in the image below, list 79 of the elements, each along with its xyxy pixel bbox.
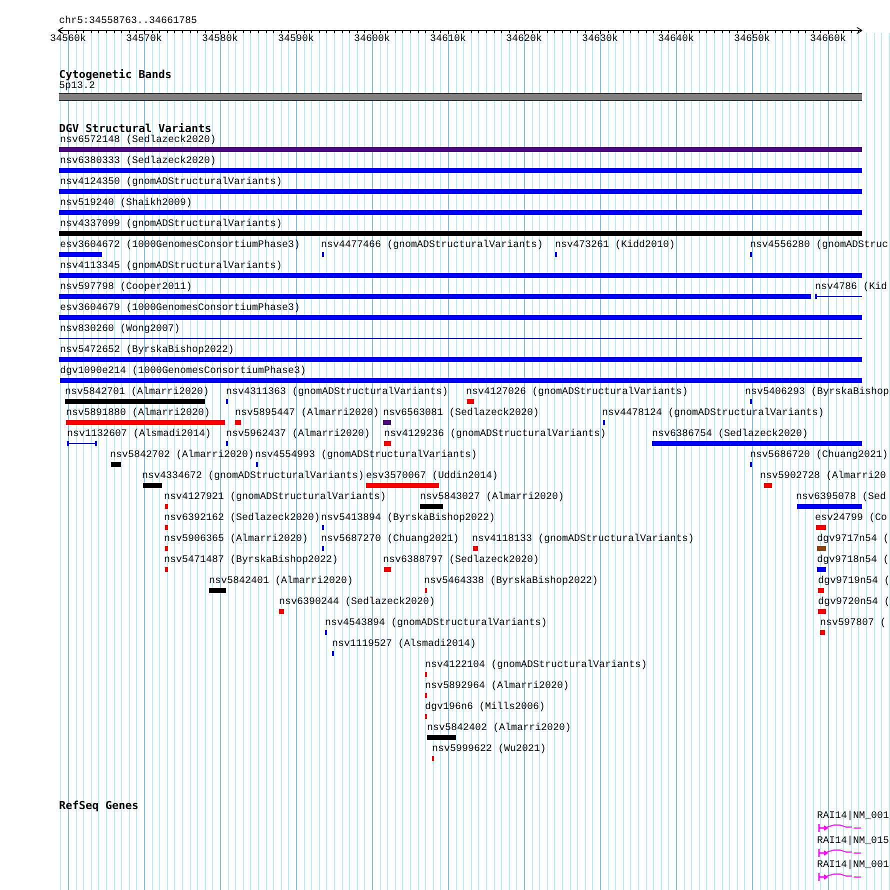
variant-label: dgv9718n54 ( [817, 556, 890, 566]
tick-label: 34600k [354, 35, 390, 45]
variant-label: dgv9720n54 ( [818, 598, 890, 608]
variant-label: nsv5892964 (Almarri2020) [425, 682, 570, 692]
track-title: Cytogenetic Bands [59, 69, 172, 80]
variant-label: nsv473261 (Kidd2010) [555, 241, 676, 251]
tick-label: 34590k [278, 35, 314, 45]
variant-label: nsv5406293 (ByrskaBishop [745, 388, 890, 398]
variant-label: nsv5999622 (Wu2021) [432, 745, 546, 755]
tick-label: 34620k [506, 35, 542, 45]
variant-label: nsv597798 (Cooper2011) [60, 283, 192, 293]
tick-label: 34560k [50, 35, 86, 45]
gene-label: RAI14|NM_015 [817, 836, 890, 846]
variant-label: nsv597807 ( [820, 619, 886, 629]
variant-label: nsv5686720 (Chuang2021) [750, 451, 888, 461]
variant-label: nsv4477466 (gnomADStructuralVariants) [321, 241, 544, 251]
variant-label: nsv5906365 (Almarri2020) [164, 535, 308, 545]
variant-label: nsv5842702 (Almarri2020) [110, 451, 254, 461]
variant-label: esv3604672 (1000GenomesConsortiumPhase3) [60, 241, 300, 251]
variant-label: nsv6380333 (Sedlazeck2020) [60, 157, 216, 167]
variant-label: nsv4113345 (gnomADStructuralVariants) [60, 262, 282, 272]
variant-label: nsv4334672 (gnomADStructuralVariants) [142, 472, 364, 482]
variant-label: esv3570067 (Uddin2014) [366, 472, 498, 482]
variant-label: nsv6563081 (Sedlazeck2020) [383, 409, 540, 419]
track-title: RefSeq Genes [59, 800, 138, 811]
variant-label: nsv830260 (Wong2007) [60, 325, 180, 335]
variant-label: nsv5962437 (Almarri2020) [226, 430, 370, 440]
locus-label: chr5:34558763..34661785 [59, 17, 198, 27]
variant-label: nsv5687270 (Chuang2021) [321, 535, 460, 545]
variant-label: nsv4127026 (gnomADStructuralVariants) [466, 388, 688, 398]
variant-label: nsv5902728 (Almarri20 [760, 472, 886, 482]
variant-label: nsv4554993 (gnomADStructuralVariants) [255, 451, 478, 461]
tick-label: 34650k [734, 35, 770, 45]
variant-label: nsv6572148 (Sedlazeck2020) [60, 136, 216, 146]
tick-label: 34610k [430, 35, 466, 45]
variant-label: esv24799 (Co [815, 514, 888, 524]
variant-label: dgv1090e214 (1000GenomesConsortiumPhase3) [60, 367, 306, 377]
variant-label: nsv5842401 (Almarri2020) [209, 577, 354, 587]
variant-label: nsv5895447 (Almarri2020) [235, 409, 380, 419]
band-label: 5p13.2 [59, 82, 96, 92]
variant-label: nsv5464338 (ByrskaBishop2022) [424, 577, 598, 587]
tick-label: 34630k [582, 35, 618, 45]
tick-label: 34570k [126, 35, 162, 45]
variant-label: dgv9717n54 ( [817, 535, 890, 545]
variant-label: nsv5472652 (ByrskaBishop2022) [60, 346, 234, 356]
variant-label: nsv4122104 (gnomADStructuralVariants) [425, 661, 648, 671]
variant-label: nsv4556280 (gnomADStruc [750, 241, 888, 251]
variant-label: nsv6390244 (Sedlazeck2020) [279, 598, 436, 608]
variant-label: nsv6388797 (Sedlazeck2020) [383, 556, 540, 566]
variant-label: nsv6392162 (Sedlazeck2020) [164, 514, 320, 524]
variant-label: nsv4124350 (gnomADStructuralVariants) [60, 178, 282, 188]
variant-label: nsv4478124 (gnomADStructuralVariants) [602, 409, 824, 419]
gene-label: RAI14|NM_001 [817, 861, 890, 871]
tick-label: 34640k [658, 35, 694, 45]
variant-label: dgv9719n54 ( [818, 577, 890, 587]
variant-label: nsv4337099 (gnomADStructuralVariants) [60, 220, 282, 230]
variant-label: nsv4311363 (gnomADStructuralVariants) [226, 388, 448, 398]
variant-label: nsv519240 (Shaikh2009) [60, 199, 192, 209]
variant-label: dgv196n6 (Mills2006) [425, 703, 546, 713]
tick-label: 34660k [810, 35, 846, 45]
tick-label: 34580k [202, 35, 238, 45]
variant-label: nsv4129236 (gnomADStructuralVariants) [384, 430, 606, 440]
variant-label: nsv1119527 (Alsmadi2014) [332, 640, 476, 650]
variant-label: nsv4543894 (gnomADStructuralVariants) [325, 619, 548, 629]
variant-label: nsv5842701 (Almarri2020) [65, 388, 210, 398]
variant-label: nsv4127921 (gnomADStructuralVariants) [164, 493, 386, 503]
track-title: DGV Structural Variants [59, 123, 212, 134]
variant-label: nsv5891880 (Almarri2020) [66, 409, 210, 419]
variant-label: nsv4786 (Kid [815, 283, 888, 293]
gene-label: RAI14|NM_001 [817, 812, 890, 822]
variant-label: nsv5843027 (Almarri2020) [420, 493, 564, 503]
variant-label: nsv6395078 (Sed [796, 493, 886, 503]
variant-label: nsv1132607 (Alsmadi2014) [67, 430, 212, 440]
variant-label: esv3604679 (1000GenomesConsortiumPhase3) [60, 304, 300, 314]
variant-label: nsv4118133 (gnomADStructuralVariants) [472, 535, 694, 545]
variant-label: nsv5413894 (ByrskaBishop2022) [321, 514, 496, 524]
variant-label: nsv6386754 (Sedlazeck2020) [652, 430, 808, 440]
variant-label: nsv5842402 (Almarri2020) [427, 724, 572, 734]
variant-label: nsv5471487 (ByrskaBishop2022) [164, 556, 338, 566]
